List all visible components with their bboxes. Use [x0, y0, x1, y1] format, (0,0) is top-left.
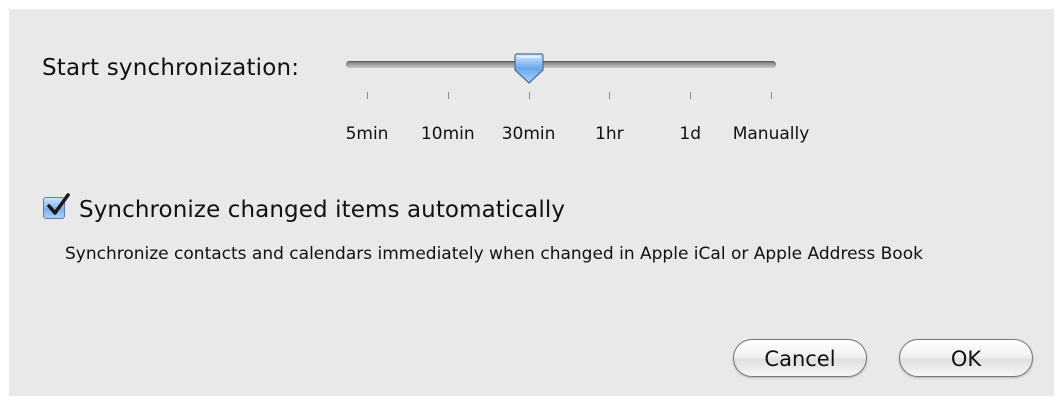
auto-sync-checkbox[interactable]: [43, 193, 70, 219]
preferences-panel: Start synchronization: 5min 10min 30min 1hr…: [9, 9, 1054, 396]
slider-tick: [447, 92, 449, 99]
ok-button[interactable]: OK: [899, 339, 1033, 377]
slider-tick: [771, 92, 772, 99]
slider-option-label[interactable]: 30min: [502, 124, 556, 144]
slider-thumb-icon[interactable]: [513, 52, 544, 85]
slider-option-label[interactable]: 10min: [421, 124, 475, 144]
slider-option-label[interactable]: 1d: [679, 124, 701, 144]
slider-tick: [609, 92, 611, 99]
slider-tick: [690, 92, 692, 99]
slider-tick: [528, 92, 530, 99]
slider-track[interactable]: [346, 61, 776, 68]
slider-option-label[interactable]: Manually: [733, 124, 810, 144]
cancel-button[interactable]: Cancel: [733, 339, 867, 377]
slider-option-label[interactable]: 5min: [346, 124, 389, 144]
start-sync-label: Start synchronization:: [42, 55, 300, 81]
slider-option-label[interactable]: 1hr: [595, 124, 624, 144]
slider-tick: [367, 92, 368, 99]
auto-sync-description: Synchronize contacts and calendars immed…: [65, 244, 923, 264]
auto-sync-label[interactable]: Synchronize changed items automatically: [79, 197, 565, 223]
checkmark-icon: [47, 193, 70, 215]
sync-interval-slider[interactable]: 5min 10min 30min 1hr 1d Manually: [346, 53, 809, 144]
